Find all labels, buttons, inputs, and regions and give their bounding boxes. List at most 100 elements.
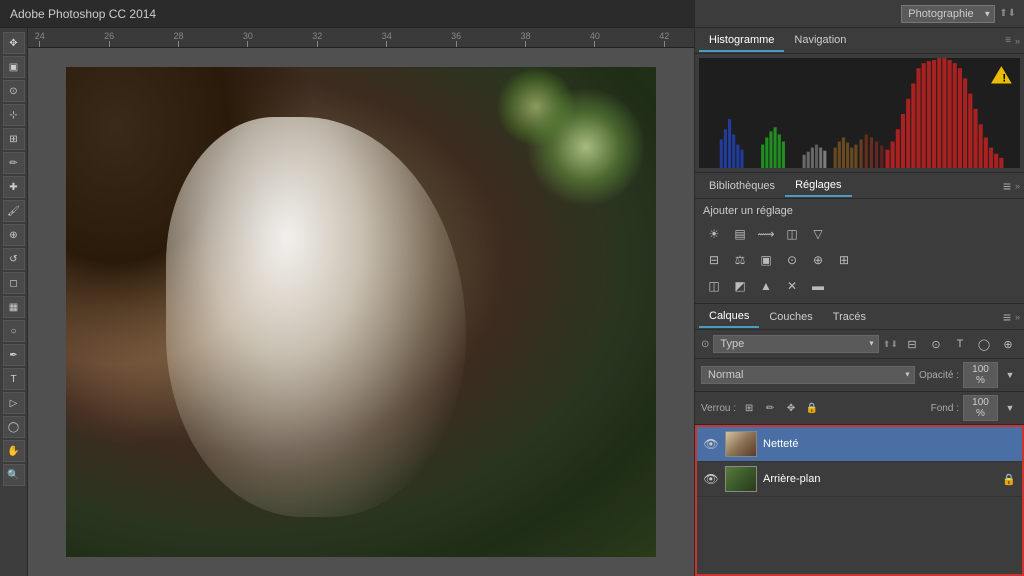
blend-opacity-row: Normal Opacité : 100 % ▼ [695, 359, 1024, 392]
gradient-tool[interactable]: ▦ [3, 296, 25, 318]
layer-lock-arrieplan: 🔒 [1002, 473, 1016, 486]
shape-tool[interactable]: ◯ [3, 416, 25, 438]
path-tool[interactable]: ▷ [3, 392, 25, 414]
filter-icon-smart[interactable]: ⊕ [998, 334, 1018, 354]
heal-tool[interactable]: ✚ [3, 176, 25, 198]
eyedropper-tool[interactable]: ✏ [3, 152, 25, 174]
brush-tool[interactable]: 🖌 [3, 200, 25, 222]
layers-list: 👁 Netteté 👁 Arrière-plan 🔒 [695, 425, 1024, 576]
adj-icons-row1: ☀ ▤ ⟿ ◫ ▽ [695, 221, 1024, 247]
filter-icon-adj[interactable]: ⊙ [926, 334, 946, 354]
hand-tool[interactable]: ✋ [3, 440, 25, 462]
adj-icon-vibrance[interactable]: ▽ [807, 223, 829, 245]
layer-item-arrieplan[interactable]: 👁 Arrière-plan 🔒 [697, 462, 1022, 497]
filter-icon-pixel[interactable]: ⊟ [902, 334, 922, 354]
workspace-arrows: ⬆⬇ [999, 8, 1016, 19]
tab-navigation[interactable]: Navigation [784, 30, 856, 52]
eye-btn-nettete[interactable]: 👁 [703, 436, 719, 452]
eye-btn-arrieplan[interactable]: 👁 [703, 471, 719, 487]
tab-traces[interactable]: Tracés [823, 307, 876, 327]
app-title: Adobe Photoshop CC 2014 [10, 7, 156, 21]
filter-icon-text[interactable]: T [950, 334, 970, 354]
layer-name-nettete: Netteté [763, 438, 1016, 450]
layer-thumb-inner-arrieplan [726, 467, 756, 491]
adj-icon-colorbalance[interactable]: ⚖ [729, 249, 751, 271]
text-tool[interactable]: T [3, 368, 25, 390]
layer-thumb-inner-nettete [726, 432, 756, 456]
adj-icon-curves[interactable]: ⟿ [755, 223, 777, 245]
lasso-tool[interactable]: ⊙ [3, 80, 25, 102]
magic-wand-tool[interactable]: ⊹ [3, 104, 25, 126]
adj-icons-row2: ⊟ ⚖ ▣ ⊙ ⊕ ⊞ [695, 247, 1024, 273]
adj-icon-bw[interactable]: ▣ [755, 249, 777, 271]
type-select[interactable]: Type [713, 335, 879, 353]
ruler-mark-36: 36 [451, 31, 461, 47]
adj-icon-levels[interactable]: ▤ [729, 223, 751, 245]
adj-icon-gradmap[interactable]: ▬ [807, 275, 829, 297]
ruler-mark-42: 42 [659, 31, 669, 47]
adj-icon-colorgr[interactable]: ⊞ [833, 249, 855, 271]
layer-thumb-nettete [725, 431, 757, 457]
adj-icon-hsl[interactable]: ⊟ [703, 249, 725, 271]
fill-value[interactable]: 100 % [963, 395, 998, 421]
move-tool[interactable]: ✥ [3, 32, 25, 54]
clone-tool[interactable]: ⊕ [3, 224, 25, 246]
layers-panel: Calques Couches Tracés ≡ » ⊙ Type ⬆⬇ ⊟ ⊙… [695, 304, 1024, 576]
adj-icon-photofilter[interactable]: ⊙ [781, 249, 803, 271]
opacity-label: Opacité : [919, 370, 959, 381]
adj-icon-exposure[interactable]: ◫ [781, 223, 803, 245]
opacity-value[interactable]: 100 % [963, 362, 998, 388]
ruler-mark-40: 40 [590, 31, 600, 47]
lock-position-btn[interactable]: ✥ [782, 399, 800, 417]
veil-overlay [166, 117, 466, 517]
photo [66, 67, 656, 557]
adjustments-menu[interactable]: ≡ [1003, 178, 1011, 194]
type-select-wrapper[interactable]: Type [713, 335, 879, 353]
histogram-svg: ! [699, 58, 1020, 168]
blend-select-wrapper[interactable]: Normal [701, 366, 915, 384]
adjustments-collapse-arrow[interactable]: » [1015, 181, 1020, 191]
ruler-mark-38: 38 [521, 31, 531, 47]
marquee-tool[interactable]: ▣ [3, 56, 25, 78]
layer-item-nettete[interactable]: 👁 Netteté [697, 427, 1022, 462]
workspace-select[interactable]: Photographie [901, 5, 995, 23]
tab-reglages[interactable]: Réglages [785, 175, 851, 197]
ruler-mark-28: 28 [174, 31, 184, 47]
tab-calques[interactable]: Calques [699, 306, 759, 328]
histogram-menu[interactable]: ≡ [1005, 35, 1011, 46]
bokeh-1 [526, 87, 646, 207]
eraser-tool[interactable]: ◻ [3, 272, 25, 294]
ruler-mark-24: 24 [35, 31, 45, 47]
histogram-collapse-arrow[interactable]: » [1015, 36, 1020, 46]
crop-tool[interactable]: ⊞ [3, 128, 25, 150]
adj-icon-selectivecolor[interactable]: ✕ [781, 275, 803, 297]
layers-menu[interactable]: ≡ [1003, 309, 1011, 325]
history-brush-tool[interactable]: ↺ [3, 248, 25, 270]
fill-dropdown-btn[interactable]: ▼ [1002, 400, 1018, 416]
workspace-selector-wrapper[interactable]: Photographie [901, 5, 995, 23]
dodge-tool[interactable]: ○ [3, 320, 25, 342]
adjustments-tabs: Bibliothèques Réglages ≡ » [695, 173, 1024, 199]
zoom-tool[interactable]: 🔍 [3, 464, 25, 486]
tab-bibliotheques[interactable]: Bibliothèques [699, 176, 785, 196]
ruler-mark-32: 32 [312, 31, 322, 47]
tab-histogramme[interactable]: Histogramme [699, 30, 784, 52]
adj-icon-invert[interactable]: ◫ [703, 275, 725, 297]
adj-icon-mixer[interactable]: ⊕ [807, 249, 829, 271]
adj-icon-brightness[interactable]: ☀ [703, 223, 725, 245]
filter-toggle-arrow[interactable]: ⬆⬇ [883, 339, 898, 350]
pen-tool[interactable]: ✒ [3, 344, 25, 366]
filter-icon-shape[interactable]: ◯ [974, 334, 994, 354]
adj-icon-posterize[interactable]: ◩ [729, 275, 751, 297]
histogram-panel: Histogramme Navigation ≡ » [695, 28, 1024, 173]
lock-transparent-btn[interactable]: ⊞ [740, 399, 758, 417]
blend-mode-select[interactable]: Normal [701, 366, 915, 384]
lock-image-btn[interactable]: ✏ [761, 399, 779, 417]
layers-collapse-arrow[interactable]: » [1015, 312, 1020, 322]
layers-type-row: ⊙ Type ⬆⬇ ⊟ ⊙ T ◯ ⊕ [695, 330, 1024, 359]
adj-icon-threshold[interactable]: ▲ [755, 275, 777, 297]
lock-all-btn[interactable]: 🔒 [803, 399, 821, 417]
tab-couches[interactable]: Couches [759, 307, 822, 327]
opacity-dropdown-btn[interactable]: ▼ [1002, 367, 1018, 383]
canvas-area [28, 48, 694, 576]
